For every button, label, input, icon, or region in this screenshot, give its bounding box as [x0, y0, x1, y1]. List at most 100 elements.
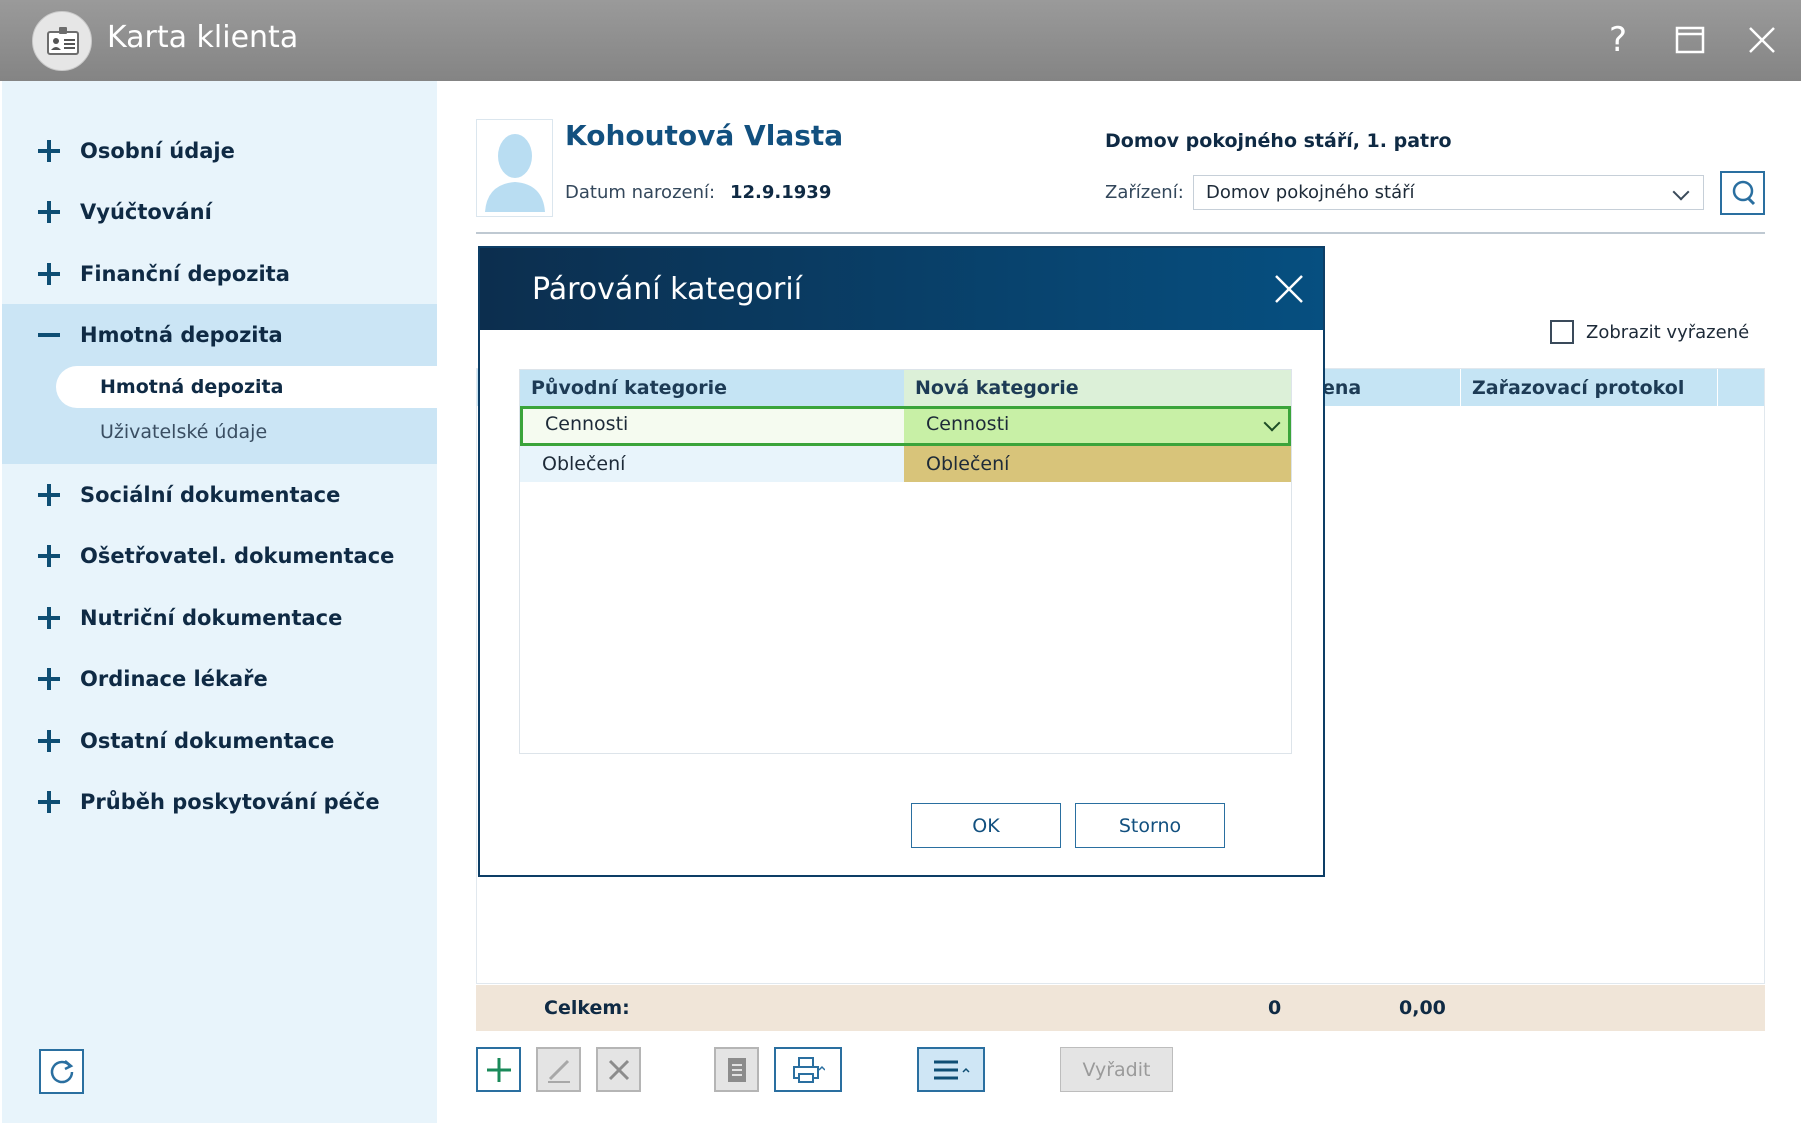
maximize-button[interactable]	[1666, 16, 1714, 64]
column-header-partial[interactable]: ena	[1322, 377, 1361, 399]
print-menu-button[interactable]	[774, 1047, 842, 1092]
refresh-button[interactable]	[39, 1049, 84, 1094]
sidebar-item-socialni-dokumentace[interactable]: Sociální dokumentace	[2, 464, 437, 526]
facility-label: Zařízení:	[1105, 182, 1184, 203]
refresh-icon	[50, 1059, 73, 1083]
column-divider	[1717, 369, 1718, 406]
plus-icon	[38, 140, 60, 162]
column-header-new-label: Nová kategorie	[915, 377, 1079, 399]
column-header-original[interactable]: Původní kategorie	[520, 370, 904, 406]
discard-button[interactable]: Vyřadit	[1060, 1047, 1173, 1092]
client-card-app-icon	[32, 11, 92, 71]
total-label: Celkem:	[544, 997, 630, 1019]
sidebar-item-label: Hmotná depozita	[80, 323, 283, 347]
sidebar-item-ordinace-lekare[interactable]: Ordinace lékaře	[2, 648, 437, 710]
column-divider	[1460, 369, 1461, 406]
column-header-protocol[interactable]: Zařazovací protokol	[1472, 377, 1684, 399]
sidebar-item-label: Nutriční dokumentace	[80, 606, 343, 630]
sidebar-item-label: Finanční depozita	[80, 262, 290, 286]
close-icon	[1749, 27, 1775, 53]
category-pairing-dialog: Párování kategorií Původní kategorie Nov…	[478, 246, 1325, 877]
plus-icon	[38, 668, 60, 690]
show-discarded-label: Zobrazit vyřazené	[1586, 321, 1750, 343]
sidebar: Osobní údaje Vyúčtování Finanční depozit…	[2, 81, 437, 1123]
dob-label: Datum narození:	[565, 182, 716, 203]
new-category-cell[interactable]: Oblečení	[904, 446, 1291, 482]
window-title: Karta klienta	[107, 20, 299, 55]
edit-button[interactable]	[536, 1047, 581, 1092]
plus-icon	[38, 484, 60, 506]
close-window-button[interactable]	[1738, 16, 1786, 64]
chevron-down-icon	[1672, 183, 1690, 201]
ok-button[interactable]: OK	[911, 803, 1061, 848]
sidebar-item-osobni-udaje[interactable]: Osobní údaje	[2, 120, 437, 182]
plus-icon	[486, 1057, 511, 1082]
total-count: 0	[1268, 997, 1282, 1019]
sidebar-item-label: Vyúčtování	[80, 200, 212, 224]
column-header-original-label: Původní kategorie	[531, 377, 727, 399]
cancel-button[interactable]: Storno	[1075, 803, 1225, 848]
facility-title: Domov pokojného stáří, 1. patro	[1105, 130, 1452, 152]
plus-icon	[38, 730, 60, 752]
dob-value: 12.9.1939	[730, 182, 832, 203]
printer-icon	[793, 1056, 825, 1083]
sidebar-subitem-uzivatelske-udaje[interactable]: Uživatelské údaje	[100, 421, 267, 443]
pencil-icon	[547, 1059, 570, 1083]
sidebar-item-prubeh-poskytovani-pece[interactable]: Průběh poskytování péče	[2, 771, 437, 833]
sidebar-item-label: Ošetřovatel. dokumentace	[80, 544, 395, 568]
plus-icon	[38, 263, 60, 285]
sidebar-item-label: Ostatní dokumentace	[80, 729, 335, 753]
hamburger-menu-icon	[934, 1060, 970, 1079]
help-button[interactable]: ?	[1594, 16, 1642, 64]
sidebar-item-osetrovatel-dokumentace[interactable]: Ošetřovatel. dokumentace	[2, 525, 437, 587]
dialog-close-button[interactable]	[1270, 270, 1308, 308]
sidebar-item-hmotna-depozita[interactable]: Hmotná depozita	[2, 304, 437, 366]
original-category-cell: Cennosti	[545, 413, 629, 435]
close-icon	[1275, 275, 1303, 303]
plus-icon	[38, 607, 60, 629]
original-category-cell: Oblečení	[542, 453, 626, 475]
totals-bar: Celkem: 0 0,00	[476, 985, 1765, 1031]
sidebar-item-vyuctovani[interactable]: Vyúčtování	[2, 181, 437, 243]
facility-select-value: Domov pokojného stáří	[1206, 182, 1415, 203]
plus-icon	[38, 201, 60, 223]
sidebar-item-label: Průběh poskytování péče	[80, 790, 380, 814]
minus-icon	[38, 324, 60, 346]
new-category-value: Oblečení	[926, 453, 1010, 475]
column-header-new[interactable]: Nová kategorie	[904, 370, 1291, 406]
client-avatar	[476, 119, 553, 217]
document-button[interactable]	[714, 1047, 759, 1092]
facility-select[interactable]: Domov pokojného stáří	[1193, 175, 1704, 210]
sidebar-subitem-hmotna-depozita[interactable]: Hmotná depozita	[100, 376, 283, 398]
header-divider	[476, 232, 1765, 234]
search-button[interactable]	[1720, 171, 1765, 215]
sidebar-item-nutricni-dokumentace[interactable]: Nutriční dokumentace	[2, 587, 437, 649]
table-row[interactable]: Cennosti Cennosti	[520, 406, 1291, 446]
sidebar-item-label: Osobní údaje	[80, 139, 235, 163]
new-category-dropdown[interactable]: Cennosti	[904, 409, 1288, 443]
window-titlebar: Karta klienta ?	[0, 0, 1801, 81]
person-silhouette-icon	[485, 134, 545, 212]
document-icon	[727, 1057, 746, 1082]
sidebar-item-label: Sociální dokumentace	[80, 483, 341, 507]
sidebar-item-ostatni-dokumentace[interactable]: Ostatní dokumentace	[2, 710, 437, 772]
close-icon	[608, 1059, 629, 1080]
delete-button[interactable]	[596, 1047, 641, 1092]
client-name: Kohoutová Vlasta	[565, 119, 844, 152]
chevron-down-icon	[1263, 414, 1281, 432]
total-value: 0,00	[1399, 997, 1446, 1019]
table-row[interactable]: Oblečení Oblečení	[520, 446, 1291, 482]
sidebar-item-financni-depozita[interactable]: Finanční depozita	[2, 243, 437, 305]
add-button[interactable]	[476, 1047, 521, 1092]
category-mapping-grid: Původní kategorie Nová kategorie Cennost…	[519, 369, 1292, 754]
show-discarded-checkbox[interactable]	[1550, 320, 1574, 344]
more-menu-button[interactable]	[917, 1047, 985, 1092]
plus-icon	[38, 545, 60, 567]
sidebar-item-label: Ordinace lékaře	[80, 667, 268, 691]
search-icon	[1732, 180, 1755, 206]
maximize-icon	[1675, 26, 1705, 54]
dialog-header: Párování kategorií	[480, 248, 1323, 330]
show-discarded-toggle[interactable]: Zobrazit vyřazené	[1550, 320, 1749, 344]
dialog-title: Párování kategorií	[532, 272, 803, 307]
new-category-value: Cennosti	[926, 413, 1010, 435]
